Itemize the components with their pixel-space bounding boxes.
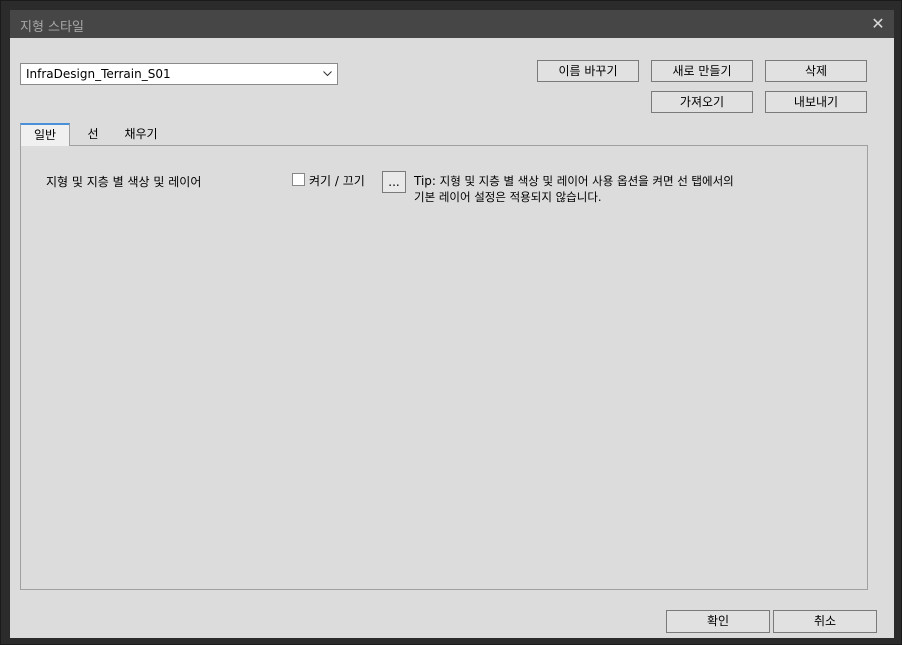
style-dropdown-value: InfraDesign_Terrain_S01 [26, 67, 171, 81]
ok-button[interactable]: 확인 [666, 610, 770, 633]
dialog-body: InfraDesign_Terrain_S01 이름 바꾸기 새로 만들기 삭제… [10, 38, 894, 638]
delete-button[interactable]: 삭제 [765, 60, 867, 82]
chevron-down-icon[interactable] [318, 65, 336, 83]
rename-button[interactable]: 이름 바꾸기 [537, 60, 639, 82]
close-button[interactable]: ✕ [866, 12, 890, 36]
tip-line-1: 지형 및 지층 별 색상 및 레이어 사용 옵션을 켜면 선 탭에서의 [435, 174, 734, 188]
tip-text: Tip: 지형 및 지층 별 색상 및 레이어 사용 옵션을 켜면 선 탭에서의… [414, 173, 774, 205]
window-title: 지형 스타일 [20, 20, 84, 35]
title-bar[interactable]: 지형 스타일 ✕ [10, 10, 894, 38]
dialog-window: 지형 스타일 ✕ InfraDesign_Terrain_S01 이름 바꾸기 … [0, 0, 902, 645]
tip-prefix: Tip: [414, 174, 436, 188]
tab-fill[interactable]: 채우기 [118, 124, 164, 145]
export-button[interactable]: 내보내기 [765, 91, 867, 113]
layer-settings-button[interactable]: ... [382, 171, 406, 193]
toggle-checkbox-label[interactable]: 켜기 / 끄기 [309, 172, 365, 189]
style-dropdown[interactable]: InfraDesign_Terrain_S01 [20, 63, 338, 85]
tip-line-2: 기본 레이어 설정은 적용되지 않습니다. [414, 190, 602, 204]
tab-panel-general: 지형 및 지층 별 색상 및 레이어 켜기 / 끄기 ... Tip: 지형 및… [20, 145, 868, 590]
close-icon: ✕ [871, 14, 885, 33]
new-button[interactable]: 새로 만들기 [651, 60, 753, 82]
layer-color-label: 지형 및 지층 별 색상 및 레이어 [46, 175, 202, 189]
toggle-checkbox[interactable] [292, 173, 305, 186]
tab-general[interactable]: 일반 [20, 123, 70, 146]
import-button[interactable]: 가져오기 [651, 91, 753, 113]
cancel-button[interactable]: 취소 [773, 610, 877, 633]
tab-line[interactable]: 선 [78, 124, 108, 145]
